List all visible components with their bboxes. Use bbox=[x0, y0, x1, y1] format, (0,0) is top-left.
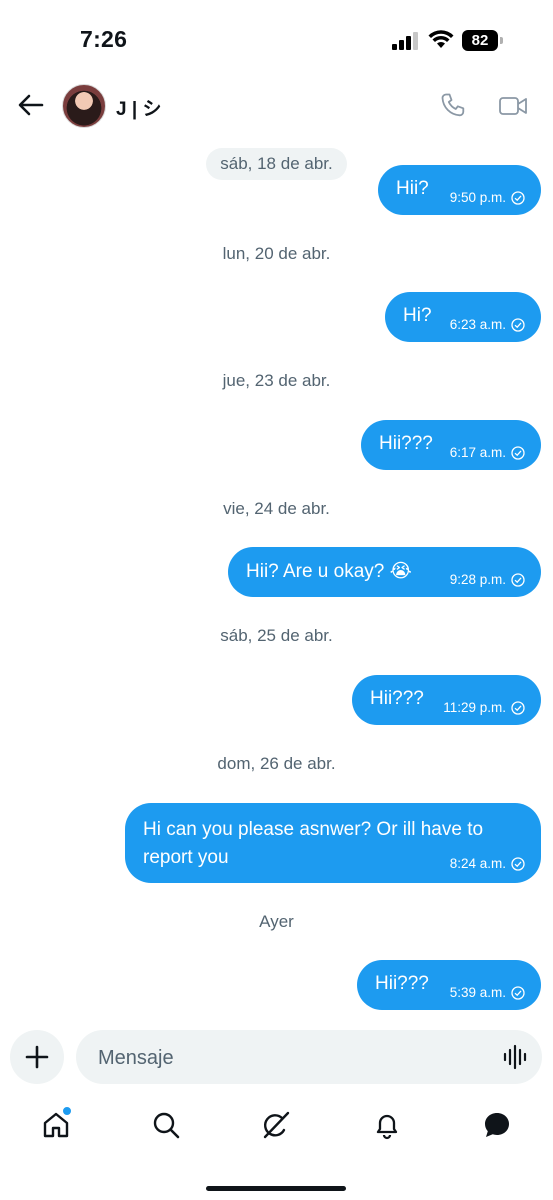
add-attachment-button[interactable] bbox=[10, 1030, 64, 1084]
message-text: Hii? Are u okay? 😭 bbox=[246, 561, 412, 582]
message-bubble[interactable]: Hii? Are u okay? 😭 9:28 p.m. bbox=[228, 547, 541, 597]
home-indicator bbox=[206, 1186, 346, 1191]
date-label: dom, 26 de abr. bbox=[217, 754, 336, 773]
bell-icon[interactable] bbox=[372, 1110, 402, 1140]
status-bar: 7:26 82 bbox=[0, 0, 553, 80]
message-text: Hii??? bbox=[379, 433, 433, 454]
message-meta: 6:23 a.m. bbox=[450, 317, 525, 332]
voice-waveform-icon[interactable] bbox=[502, 1044, 528, 1070]
message-list[interactable]: sáb, 18 de abr. Hii? 9:50 p.m. lun, 20 d… bbox=[0, 140, 553, 1020]
message-time: 9:50 p.m. bbox=[449, 190, 506, 205]
date-separator: Ayer bbox=[0, 912, 553, 932]
grok-icon[interactable] bbox=[261, 1110, 291, 1140]
message-composer bbox=[0, 1028, 553, 1088]
date-label: Ayer bbox=[259, 912, 294, 931]
message-bubble[interactable]: Hi? 6:23 a.m. bbox=[385, 292, 541, 342]
message-time: 8:24 a.m. bbox=[449, 856, 506, 871]
date-separator: jue, 23 de abr. bbox=[0, 371, 553, 391]
message-text: Hii? bbox=[396, 178, 429, 199]
date-label: jue, 23 de abr. bbox=[222, 371, 331, 390]
conversation-header: J | シ bbox=[0, 80, 553, 140]
message-time: 5:39 a.m. bbox=[449, 985, 506, 1000]
message-time: 6:17 a.m. bbox=[449, 445, 506, 460]
avatar[interactable] bbox=[62, 84, 106, 128]
message-text: Hii??? bbox=[375, 973, 429, 994]
battery-level: 82 bbox=[462, 30, 498, 51]
date-separator: sáb, 25 de abr. bbox=[0, 626, 553, 646]
message-time: 6:23 a.m. bbox=[449, 317, 506, 332]
date-label: sáb, 25 de abr. bbox=[220, 626, 333, 645]
message-meta: 9:28 p.m. bbox=[450, 572, 525, 587]
sent-check-icon bbox=[511, 572, 525, 587]
back-arrow-icon[interactable] bbox=[16, 90, 46, 120]
plus-icon bbox=[25, 1045, 49, 1069]
search-icon[interactable] bbox=[151, 1110, 181, 1140]
message-time: 11:29 p.m. bbox=[443, 700, 506, 715]
sent-check-icon bbox=[511, 190, 525, 205]
battery-cap bbox=[500, 37, 503, 44]
message-time: 9:28 p.m. bbox=[449, 572, 506, 587]
messages-icon[interactable] bbox=[482, 1110, 512, 1140]
message-bubble[interactable]: Hi can you please asnwer? Or ill have to… bbox=[125, 803, 541, 883]
message-meta: 5:39 a.m. bbox=[450, 985, 525, 1000]
bottom-navigation bbox=[0, 1100, 553, 1160]
message-meta: 8:24 a.m. bbox=[450, 856, 525, 871]
date-separator: dom, 26 de abr. bbox=[0, 754, 553, 774]
date-label: lun, 20 de abr. bbox=[222, 244, 331, 263]
notification-dot bbox=[62, 1106, 72, 1116]
wifi-icon bbox=[428, 30, 454, 48]
message-text: Hii??? bbox=[370, 688, 424, 709]
contact-name[interactable]: J | シ bbox=[116, 94, 161, 121]
date-label: vie, 24 de abr. bbox=[223, 499, 330, 518]
signal-icon bbox=[392, 32, 418, 50]
status-time: 7:26 bbox=[80, 26, 128, 52]
message-bubble[interactable]: Hii??? 11:29 p.m. bbox=[352, 675, 541, 725]
sent-check-icon bbox=[511, 856, 525, 871]
message-input-container bbox=[76, 1030, 542, 1086]
message-meta: 9:50 p.m. bbox=[450, 190, 525, 205]
sent-check-icon bbox=[511, 985, 525, 1000]
phone-icon[interactable] bbox=[440, 92, 466, 118]
battery-indicator: 82 bbox=[462, 30, 504, 51]
sent-check-icon bbox=[511, 700, 525, 715]
date-separator: vie, 24 de abr. bbox=[0, 499, 553, 519]
message-meta: 11:29 p.m. bbox=[443, 700, 525, 715]
sent-check-icon bbox=[511, 317, 525, 332]
message-input[interactable] bbox=[96, 1030, 480, 1086]
video-camera-icon[interactable] bbox=[498, 94, 528, 118]
message-text: Hi? bbox=[403, 305, 432, 326]
message-bubble[interactable]: Hii? 9:50 p.m. bbox=[378, 165, 541, 215]
message-bubble[interactable]: Hii??? 5:39 a.m. bbox=[357, 960, 541, 1010]
message-meta: 6:17 a.m. bbox=[450, 445, 525, 460]
date-separator: lun, 20 de abr. bbox=[0, 244, 553, 264]
date-label: sáb, 18 de abr. bbox=[206, 148, 347, 180]
sent-check-icon bbox=[511, 445, 525, 460]
message-bubble[interactable]: Hii??? 6:17 a.m. bbox=[361, 420, 541, 470]
